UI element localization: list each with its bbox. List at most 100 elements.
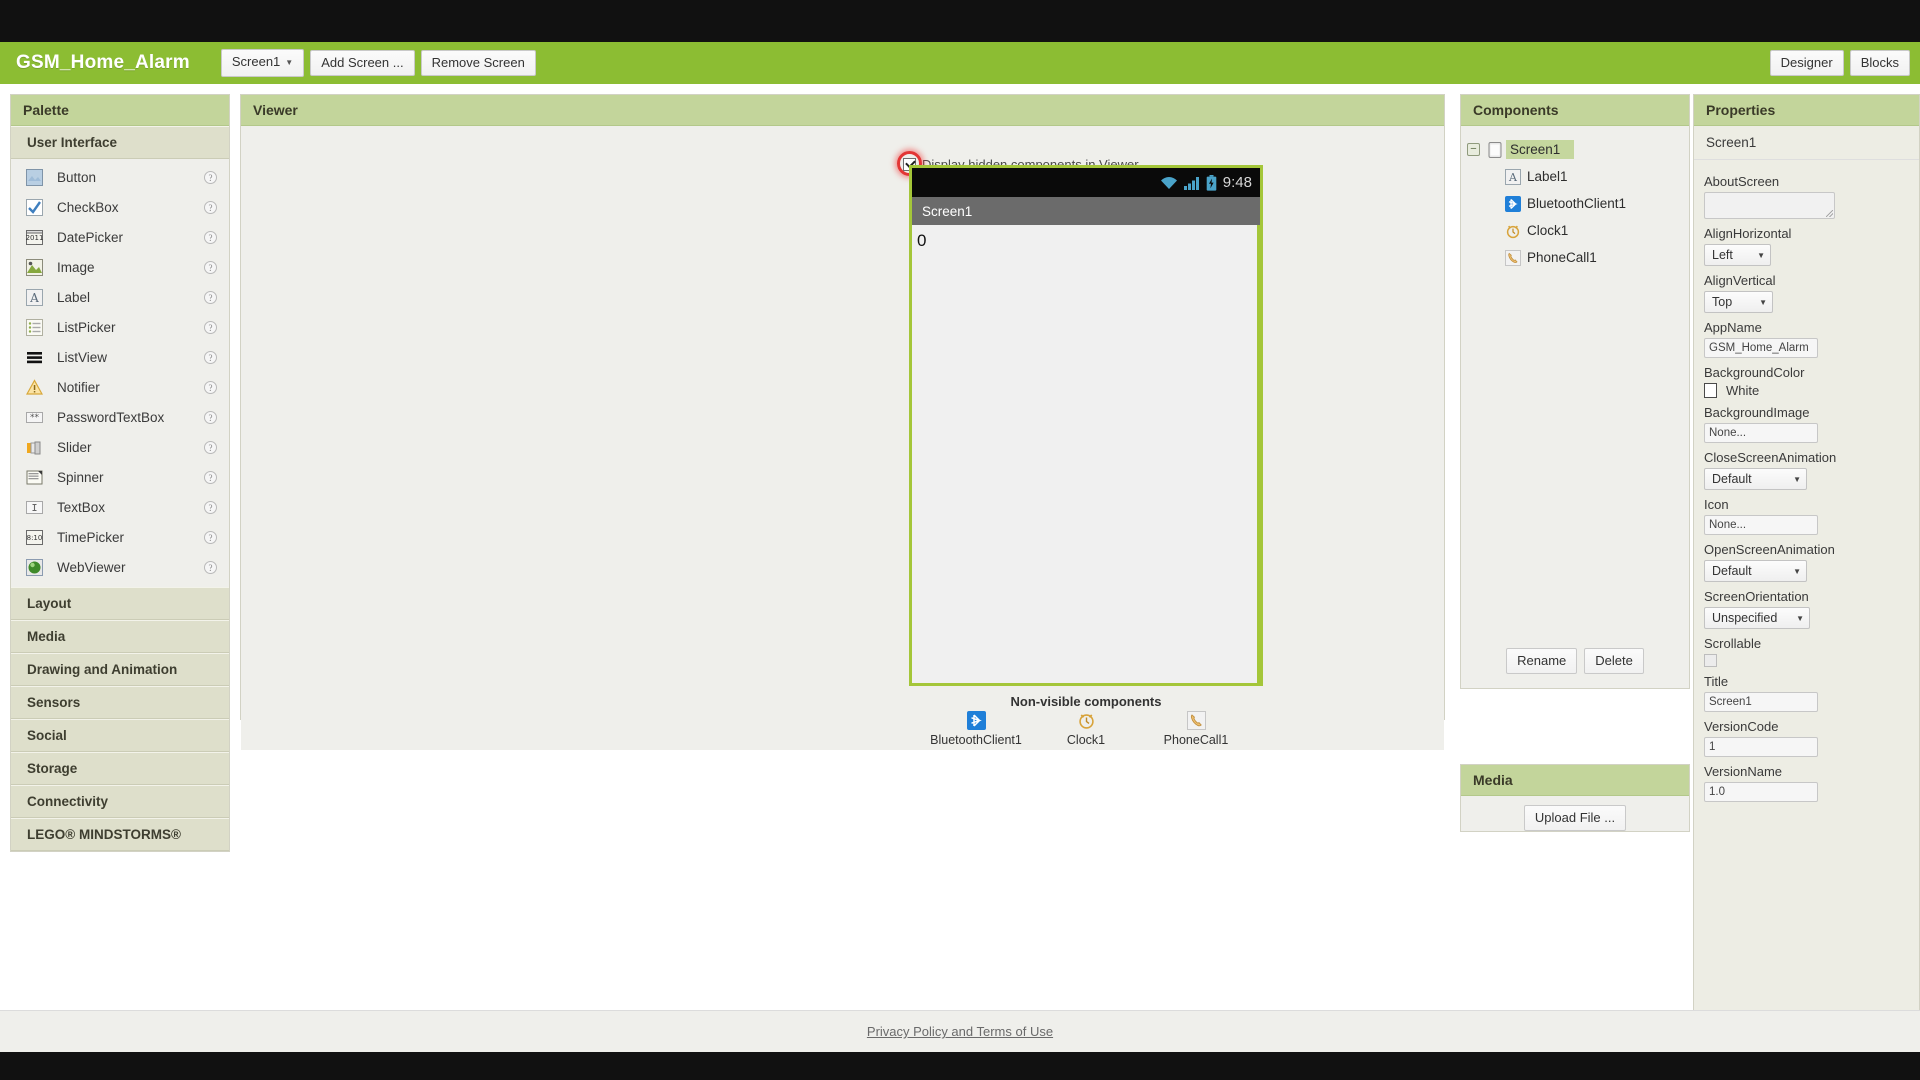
screenorientation-value: Unspecified	[1712, 611, 1777, 625]
media-actions: Upload File ...	[1461, 796, 1689, 831]
help-icon[interactable]: ?	[204, 381, 217, 394]
tree-node-screen1[interactable]: − Screen1	[1467, 136, 1689, 163]
help-icon[interactable]: ?	[204, 411, 217, 424]
properties-panel: Properties Screen1 AboutScreen AlignHori…	[1693, 94, 1920, 1014]
tree-node-clock1[interactable]: Clock1	[1503, 217, 1689, 244]
palette-item-webviewer[interactable]: WebViewer ?	[11, 552, 229, 582]
phone-status-bar: 9:48	[912, 168, 1260, 197]
palette-item-listpicker[interactable]: ListPicker ?	[11, 312, 229, 342]
help-icon[interactable]: ?	[204, 531, 217, 544]
backgroundimage-input[interactable]	[1704, 423, 1818, 443]
palette-category-user-interface[interactable]: User Interface	[11, 126, 229, 159]
versionname-input[interactable]	[1704, 782, 1818, 802]
svg-text:8:10: 8:10	[27, 534, 43, 542]
phone-icon	[1503, 248, 1522, 267]
backgroundcolor-picker[interactable]: White	[1704, 383, 1919, 398]
top-toolbar: GSM_Home_Alarm Screen1▼ Add Screen ... R…	[0, 42, 1920, 84]
password-textbox-icon: **	[25, 408, 44, 427]
palette-item-passwordtextbox[interactable]: ** PasswordTextBox ?	[11, 402, 229, 432]
chevron-down-icon: ▼	[1793, 567, 1801, 576]
add-screen-button[interactable]: Add Screen ...	[310, 50, 414, 76]
property-label-title: Title	[1704, 674, 1919, 689]
palette-category-media[interactable]: Media	[11, 620, 229, 653]
palette-item-label: ListView	[57, 350, 107, 365]
tree-node-phonecall1[interactable]: PhoneCall1	[1503, 244, 1689, 271]
help-icon[interactable]: ?	[204, 561, 217, 574]
label-icon: A	[1503, 167, 1522, 186]
palette-category-sensors[interactable]: Sensors	[11, 686, 229, 719]
palette-item-textbox[interactable]: TextBox ?	[11, 492, 229, 522]
palette-item-spinner[interactable]: Spinner ?	[11, 462, 229, 492]
alignvertical-select[interactable]: Top ▼	[1704, 291, 1773, 313]
help-icon[interactable]: ?	[204, 471, 217, 484]
palette-category-social[interactable]: Social	[11, 719, 229, 752]
screen-selector-button[interactable]: Screen1▼	[221, 49, 304, 77]
chevron-down-icon: ▼	[1793, 475, 1801, 484]
label1-preview[interactable]: 0	[912, 225, 1257, 251]
title-input[interactable]	[1704, 692, 1818, 712]
help-icon[interactable]: ?	[204, 501, 217, 514]
tree-node-label: PhoneCall1	[1527, 250, 1597, 265]
signal-icon	[1184, 176, 1200, 190]
palette-item-label: CheckBox	[57, 200, 119, 215]
chevron-down-icon: ▼	[285, 58, 293, 67]
palette-item-image[interactable]: Image ?	[11, 252, 229, 282]
versioncode-input[interactable]	[1704, 737, 1818, 757]
svg-text:2011: 2011	[26, 234, 43, 242]
view-mode-toggle: Designer Blocks	[1770, 42, 1910, 84]
non-visible-phonecall1[interactable]: PhoneCall1	[1148, 711, 1244, 747]
phone-screen-canvas[interactable]: 0	[912, 225, 1260, 683]
palette-item-datepicker[interactable]: 2011 DatePicker ?	[11, 222, 229, 252]
components-title: Components	[1461, 95, 1689, 126]
palette-category-drawing-and-animation[interactable]: Drawing and Animation	[11, 653, 229, 686]
phone-title-bar: Screen1	[912, 197, 1260, 225]
phone-preview[interactable]: 9:48 Screen1 0	[909, 165, 1263, 686]
help-icon[interactable]: ?	[204, 261, 217, 274]
checkbox-icon	[25, 198, 44, 217]
tree-node-label: BluetoothClient1	[1527, 196, 1626, 211]
help-icon[interactable]: ?	[204, 291, 217, 304]
palette-item-slider[interactable]: Slider ?	[11, 432, 229, 462]
openscreenanimation-select[interactable]: Default ▼	[1704, 560, 1807, 582]
remove-screen-button[interactable]: Remove Screen	[421, 50, 536, 76]
rename-button[interactable]: Rename	[1506, 648, 1577, 674]
non-visible-bluetoothclient1[interactable]: BluetoothClient1	[928, 711, 1024, 747]
alignhorizontal-select[interactable]: Left ▼	[1704, 244, 1771, 266]
privacy-policy-link[interactable]: Privacy Policy and Terms of Use	[867, 1024, 1053, 1039]
help-icon[interactable]: ?	[204, 171, 217, 184]
tree-node-label1[interactable]: A Label1	[1503, 163, 1689, 190]
palette-category-lego-mindstorms[interactable]: LEGO® MINDSTORMS®	[11, 818, 229, 851]
scrollable-checkbox[interactable]	[1704, 654, 1717, 667]
palette-item-checkbox[interactable]: CheckBox ?	[11, 192, 229, 222]
svg-text:A: A	[1508, 171, 1518, 184]
palette-category-connectivity[interactable]: Connectivity	[11, 785, 229, 818]
palette-category-storage[interactable]: Storage	[11, 752, 229, 785]
help-icon[interactable]: ?	[204, 321, 217, 334]
icon-input[interactable]	[1704, 515, 1818, 535]
help-icon[interactable]: ?	[204, 441, 217, 454]
tree-node-bluetoothclient1[interactable]: BluetoothClient1	[1503, 190, 1689, 217]
palette-item-label[interactable]: A Label ?	[11, 282, 229, 312]
appname-input[interactable]	[1704, 338, 1818, 358]
palette-item-timepicker[interactable]: 8:10 TimePicker ?	[11, 522, 229, 552]
aboutscreen-textarea[interactable]	[1704, 192, 1835, 219]
designer-button[interactable]: Designer	[1770, 50, 1844, 76]
screenorientation-select[interactable]: Unspecified ▼	[1704, 607, 1810, 629]
help-icon[interactable]: ?	[204, 201, 217, 214]
property-label-alignhorizontal: AlignHorizontal	[1704, 226, 1919, 241]
collapse-toggle-icon[interactable]: −	[1467, 143, 1480, 156]
palette-item-listview[interactable]: ListView ?	[11, 342, 229, 372]
palette-item-button[interactable]: Button ?	[11, 162, 229, 192]
closescreenanimation-select[interactable]: Default ▼	[1704, 468, 1807, 490]
non-visible-clock1[interactable]: Clock1	[1038, 711, 1134, 747]
upload-file-button[interactable]: Upload File ...	[1524, 805, 1626, 831]
help-icon[interactable]: ?	[204, 231, 217, 244]
properties-title: Properties	[1694, 95, 1919, 126]
help-icon[interactable]: ?	[204, 351, 217, 364]
blocks-button[interactable]: Blocks	[1850, 50, 1910, 76]
palette-item-notifier[interactable]: Notifier ?	[11, 372, 229, 402]
delete-button[interactable]: Delete	[1584, 648, 1644, 674]
properties-list: AboutScreen AlignHorizontal Left ▼ Align…	[1694, 160, 1919, 802]
tree-node-label: Label1	[1527, 169, 1568, 184]
palette-category-layout[interactable]: Layout	[11, 587, 229, 620]
